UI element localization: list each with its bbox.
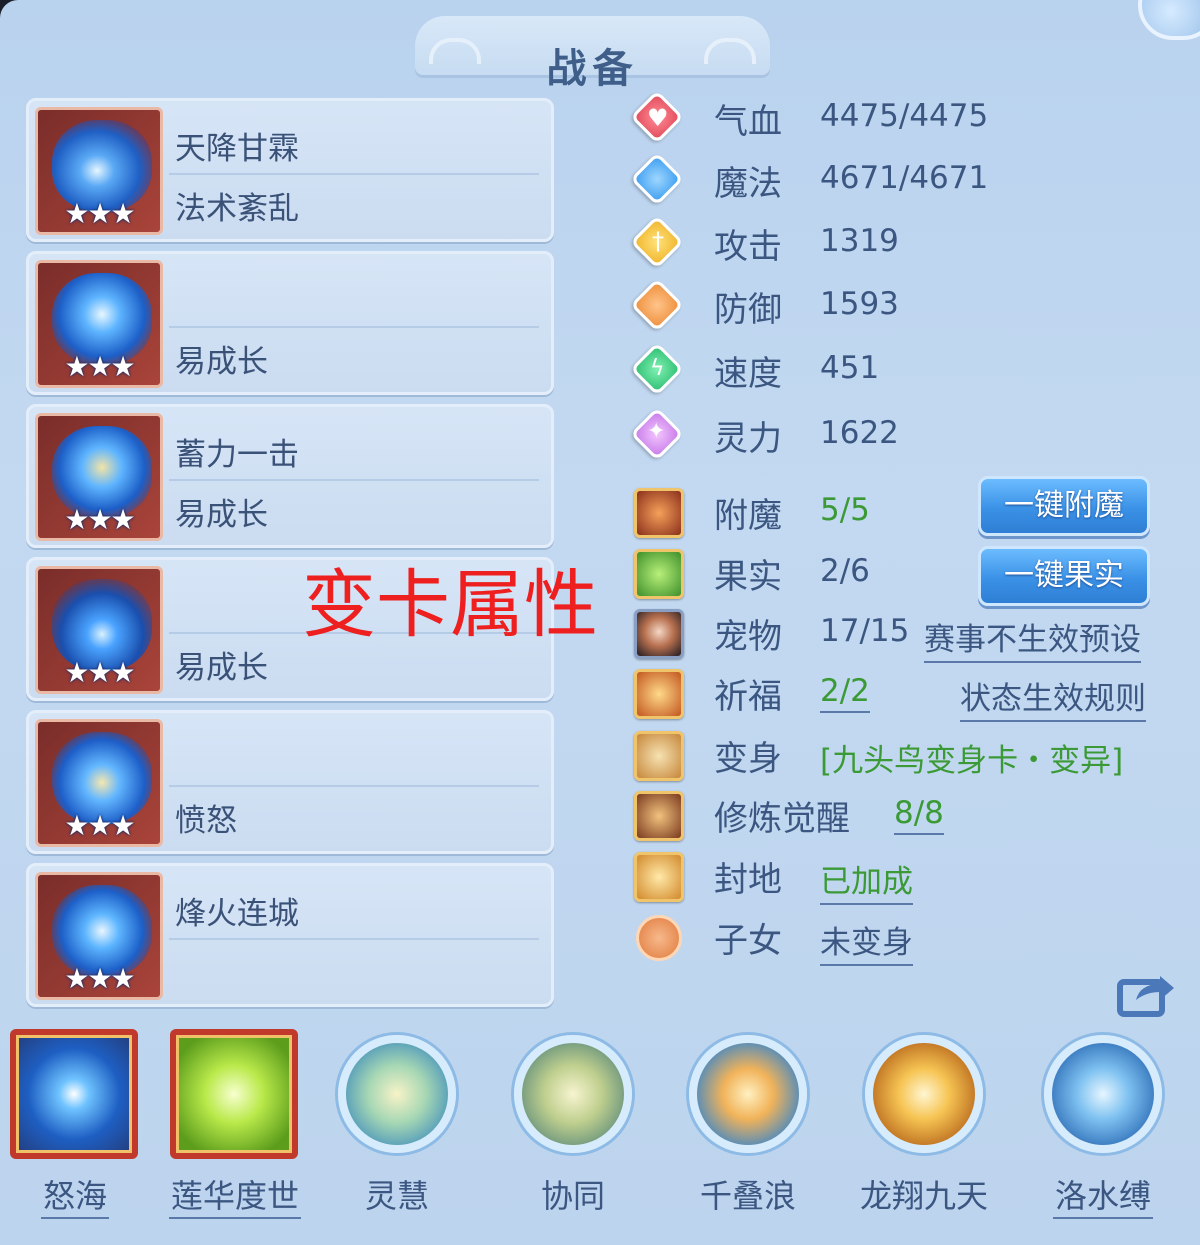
one-click-fruit-button[interactable]: 一键果实: [978, 546, 1150, 606]
fruit-icon: [630, 547, 684, 601]
child-value-link[interactable]: 未变身: [820, 917, 913, 966]
necklace-icon: ★★★: [35, 566, 163, 694]
skill-linghui[interactable]: 灵慧: [322, 1025, 472, 1225]
helmet-icon: ★★★: [35, 260, 163, 388]
belt-icon: ★★★: [35, 719, 163, 847]
heart-icon: ♥: [630, 90, 684, 146]
equipment-slot-2[interactable]: ★★★ 易成长: [26, 251, 554, 395]
child-icon: [630, 911, 684, 965]
mana-icon: [630, 152, 684, 208]
bless-value-link[interactable]: 2/2: [820, 673, 870, 713]
equipment-effect-2: 易成长: [175, 650, 268, 686]
star-rating: ★★★: [64, 656, 135, 689]
title-banner: 战备: [415, 16, 770, 92]
pet-avatar-icon[interactable]: [630, 607, 684, 661]
equipment-effect-2: 法术紊乱: [175, 191, 299, 227]
cultivate-value-link[interactable]: 8/8: [894, 795, 944, 835]
water-bind-icon: [1044, 1035, 1162, 1153]
wave-icon: [689, 1035, 807, 1153]
fief-value-link[interactable]: 已加成: [820, 856, 913, 905]
overlay-caption: 变卡属性: [302, 562, 598, 648]
boots-icon: ★★★: [35, 872, 163, 1000]
close-icon[interactable]: [1138, 0, 1200, 40]
skill-longxiang[interactable]: 龙翔九天: [849, 1025, 999, 1225]
pet-preset-link[interactable]: 赛事不生效预设: [924, 614, 1141, 663]
equipment-effect-2: 易成长: [175, 497, 268, 533]
transform-card-link[interactable]: [九头鸟变身卡・变异]: [820, 735, 1123, 780]
status-rules-link[interactable]: 状态生效规则: [960, 673, 1146, 722]
one-click-enchant-button[interactable]: 一键附魔: [978, 476, 1150, 536]
equipment-effect-1: 天降甘霖: [175, 131, 299, 167]
transform-icon: [630, 729, 684, 783]
panel-title: 战备: [546, 46, 639, 92]
dragon-soar-icon: [865, 1035, 983, 1153]
share-icon[interactable]: [1116, 970, 1176, 1018]
star-rating: ★★★: [64, 350, 135, 383]
sea-star-icon: [10, 1029, 138, 1159]
shield-icon: [630, 278, 684, 334]
skill-qiandielang[interactable]: 千叠浪: [673, 1025, 823, 1225]
bless-icon: [630, 667, 684, 721]
fief-gate-icon: [630, 850, 684, 904]
star-rating: ★★★: [64, 197, 135, 230]
skill-xietong[interactable]: 协同: [498, 1025, 648, 1225]
wisdom-icon: [338, 1035, 456, 1153]
skill-nuhai[interactable]: 怒海: [0, 1025, 150, 1225]
lightning-icon: ϟ: [630, 342, 684, 398]
equipment-slot-5[interactable]: ★★★ 愤怒: [26, 710, 554, 854]
skill-luoshuifu[interactable]: 洛水缚: [1028, 1025, 1178, 1225]
meditation-icon: [630, 789, 684, 843]
lotus-hand-icon: [170, 1029, 298, 1159]
equipment-slot-6[interactable]: ★★★ 烽火连城: [26, 863, 554, 1007]
star-rating: ★★★: [64, 809, 135, 842]
equipment-slot-1[interactable]: ★★★ 天降甘霖 法术紊乱: [26, 98, 554, 242]
battle-prep-panel: 战备 ★★★ 天降甘霖 法术紊乱 ★★★ 易成长 ★★★ 蓄力一击 易成长 ★★…: [0, 0, 1200, 1245]
enchant-icon: [630, 486, 684, 540]
equipment-effect-2: 易成长: [175, 344, 268, 380]
star-rating: ★★★: [64, 962, 135, 995]
cooperation-icon: [514, 1035, 632, 1153]
weapon-icon: ★★★: [35, 107, 163, 235]
equipment-effect-1: 烽火连城: [175, 896, 299, 932]
equipment-effect-2: 愤怒: [175, 803, 237, 839]
spirit-icon: ✦: [630, 407, 684, 463]
sword-icon: †: [630, 215, 684, 271]
star-rating: ★★★: [64, 503, 135, 536]
skill-lianhua[interactable]: 莲华度世: [160, 1025, 310, 1225]
equipment-slot-3[interactable]: ★★★ 蓄力一击 易成长: [26, 404, 554, 548]
equipment-effect-1: 蓄力一击: [175, 437, 299, 473]
armor-icon: ★★★: [35, 413, 163, 541]
